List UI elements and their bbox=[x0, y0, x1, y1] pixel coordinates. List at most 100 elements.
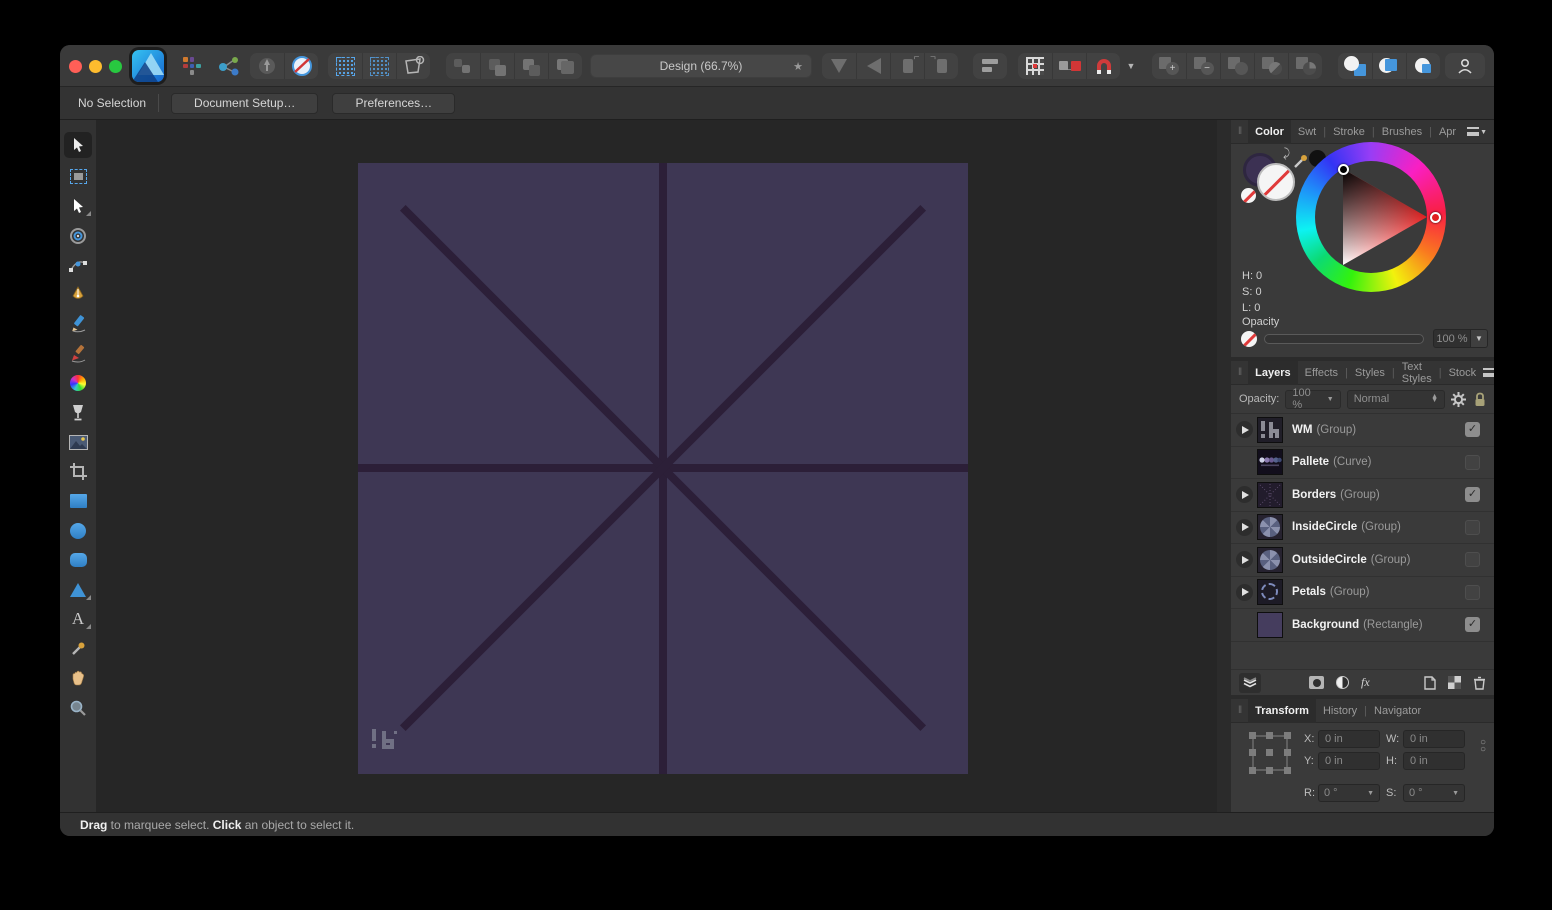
fill-swatch-nofill[interactable] bbox=[1257, 163, 1295, 201]
w-field[interactable]: 0 in bbox=[1403, 730, 1465, 748]
lock-icon[interactable] bbox=[1474, 392, 1486, 407]
visibility-checkbox[interactable] bbox=[1465, 455, 1480, 470]
boolean-subtract-icon[interactable]: − bbox=[1186, 53, 1220, 79]
canvas-viewport[interactable] bbox=[96, 120, 1217, 812]
nofill-mini-swatch[interactable] bbox=[1241, 188, 1256, 203]
zoom-window-button[interactable] bbox=[109, 60, 122, 73]
flip-horizontal-icon[interactable] bbox=[856, 53, 890, 79]
layers-opacity-dropdown[interactable]: 100 %▼ bbox=[1285, 390, 1340, 409]
shear-dropdown[interactable]: 0 °▼ bbox=[1403, 784, 1465, 802]
text-tool[interactable]: A bbox=[64, 608, 92, 630]
insert-on-top-icon[interactable] bbox=[1372, 53, 1406, 79]
visibility-checkbox[interactable] bbox=[1465, 552, 1480, 567]
layer-row[interactable]: InsideCircle(Group) bbox=[1231, 512, 1494, 545]
layer-row[interactable]: OutsideCircle(Group) bbox=[1231, 544, 1494, 577]
new-pixel-layer-icon[interactable] bbox=[1448, 676, 1461, 689]
insert-behind-icon[interactable] bbox=[1338, 53, 1372, 79]
panel-drag-handle[interactable]: ‖ bbox=[1238, 705, 1243, 716]
tab-transform[interactable]: Transform bbox=[1248, 699, 1316, 723]
artboard-tool[interactable] bbox=[64, 166, 92, 188]
rectangle-tool[interactable] bbox=[64, 490, 92, 512]
layer-row[interactable]: Borders(Group) ✓ bbox=[1231, 479, 1494, 512]
expand-arrow-icon[interactable] bbox=[1236, 486, 1253, 503]
preferences-button[interactable]: Preferences… bbox=[332, 93, 455, 114]
delete-layer-icon[interactable] bbox=[1473, 676, 1486, 690]
tab-stroke[interactable]: Stroke bbox=[1326, 120, 1372, 144]
tab-swatches[interactable]: Swt bbox=[1291, 120, 1323, 144]
opacity-slider[interactable] bbox=[1264, 334, 1424, 344]
flip-vertical-icon[interactable] bbox=[822, 53, 856, 79]
view-hand-tool[interactable] bbox=[64, 667, 92, 689]
move-forward-one-icon[interactable] bbox=[514, 53, 548, 79]
transform-mode-icon[interactable] bbox=[396, 53, 430, 79]
boolean-divide-icon[interactable] bbox=[1288, 53, 1322, 79]
pencil-tool[interactable] bbox=[64, 313, 92, 335]
anchor-point-selector[interactable] bbox=[1249, 732, 1291, 774]
layer-thumbnail[interactable] bbox=[1257, 514, 1283, 540]
tab-navigator[interactable]: Navigator bbox=[1367, 699, 1428, 723]
node-select-tool[interactable] bbox=[64, 195, 92, 217]
blend-mode-dropdown[interactable]: Normal▲▼ bbox=[1347, 390, 1445, 409]
visibility-checkbox[interactable] bbox=[1465, 585, 1480, 600]
layer-row[interactable]: WM(Group) ✓ bbox=[1231, 414, 1494, 447]
ellipse-tool[interactable] bbox=[64, 520, 92, 542]
tab-layers[interactable]: Layers bbox=[1248, 361, 1297, 385]
crop-tool[interactable] bbox=[64, 461, 92, 483]
layer-row[interactable]: Background(Rectangle) ✓ bbox=[1231, 609, 1494, 642]
triangle-tool[interactable] bbox=[64, 579, 92, 601]
account-icon[interactable] bbox=[1445, 53, 1485, 79]
new-layer-icon[interactable] bbox=[1424, 676, 1436, 690]
select-all-layers-icon[interactable] bbox=[328, 53, 362, 79]
zoom-tool[interactable] bbox=[64, 697, 92, 719]
expand-arrow-icon[interactable] bbox=[1236, 584, 1253, 601]
rotate-ccw-icon[interactable] bbox=[890, 53, 924, 79]
pixel-persona-icon[interactable] bbox=[284, 53, 318, 79]
panel-menu-icon[interactable]: ▼ bbox=[1483, 368, 1494, 377]
close-window-button[interactable] bbox=[69, 60, 82, 73]
pen-tool[interactable] bbox=[64, 284, 92, 306]
triangle-selector[interactable] bbox=[1338, 164, 1349, 175]
layer-thumbnail[interactable] bbox=[1257, 612, 1283, 638]
visibility-checkbox[interactable] bbox=[1465, 520, 1480, 535]
vector-brush-tool[interactable] bbox=[64, 343, 92, 365]
color-wheel[interactable] bbox=[1296, 142, 1446, 292]
move-by-whole-pixels-icon[interactable]: → bbox=[1052, 53, 1086, 79]
document-setup-button[interactable]: Document Setup… bbox=[171, 93, 318, 114]
panel-drag-handle[interactable]: ‖ bbox=[1238, 126, 1243, 137]
layer-settings-gear-icon[interactable] bbox=[1451, 392, 1466, 407]
hue-selector[interactable] bbox=[1430, 212, 1441, 223]
tab-effects[interactable]: Effects bbox=[1298, 361, 1345, 385]
panel-divider[interactable] bbox=[1217, 120, 1231, 812]
node-tool[interactable] bbox=[64, 254, 92, 276]
tab-text-styles[interactable]: Text Styles bbox=[1395, 361, 1439, 385]
tab-brushes[interactable]: Brushes bbox=[1375, 120, 1429, 144]
grid-icon[interactable] bbox=[1018, 53, 1052, 79]
snapping-options-caret[interactable]: ▼ bbox=[1122, 53, 1140, 79]
layer-thumbnail[interactable] bbox=[1257, 417, 1283, 443]
mask-layer-icon[interactable] bbox=[1309, 676, 1324, 689]
layer-thumbnail[interactable] bbox=[1257, 449, 1283, 475]
layers-stack-icon[interactable] bbox=[1239, 673, 1261, 693]
x-field[interactable]: 0 in bbox=[1318, 730, 1380, 748]
boolean-intersect-icon[interactable] bbox=[1220, 53, 1254, 79]
layer-thumbnail[interactable] bbox=[1257, 547, 1283, 573]
rounded-rectangle-tool[interactable] bbox=[64, 549, 92, 571]
h-field[interactable]: 0 in bbox=[1403, 752, 1465, 770]
snapping-magnet-icon[interactable] bbox=[1086, 53, 1120, 79]
studio-presets-icon[interactable] bbox=[175, 53, 209, 79]
panel-drag-handle[interactable]: ‖ bbox=[1238, 367, 1243, 378]
tab-appearance[interactable]: Apr bbox=[1432, 120, 1463, 144]
layer-row[interactable]: Pallete(Curve) bbox=[1231, 447, 1494, 480]
y-field[interactable]: 0 in bbox=[1318, 752, 1380, 770]
tab-history[interactable]: History bbox=[1316, 699, 1364, 723]
artboard[interactable] bbox=[358, 163, 968, 774]
minimize-window-button[interactable] bbox=[89, 60, 102, 73]
move-back-one-icon[interactable] bbox=[480, 53, 514, 79]
opacity-value-box[interactable]: 100 % bbox=[1433, 329, 1471, 348]
tab-stock[interactable]: Stock bbox=[1442, 361, 1484, 385]
boolean-xor-icon[interactable] bbox=[1254, 53, 1288, 79]
visibility-checkbox[interactable]: ✓ bbox=[1465, 487, 1480, 502]
select-dotted-icon[interactable] bbox=[362, 53, 396, 79]
layer-row[interactable]: Petals(Group) bbox=[1231, 577, 1494, 610]
layer-thumbnail[interactable] bbox=[1257, 482, 1283, 508]
